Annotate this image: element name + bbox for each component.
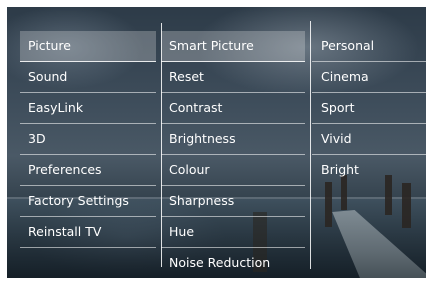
column-divider xyxy=(310,21,311,269)
menu-item-reinstall-tv[interactable]: Reinstall TV xyxy=(20,217,156,248)
menu-item-contrast[interactable]: Contrast xyxy=(161,93,305,124)
tv-screen: Picture Sound EasyLink 3D Preferences Fa… xyxy=(7,7,426,278)
menu-item-sharpness[interactable]: Sharpness xyxy=(161,186,305,217)
menu-item-picture[interactable]: Picture xyxy=(20,31,156,62)
menu-item-3d[interactable]: 3D xyxy=(20,124,156,155)
smart-picture-menu: Personal Cinema Sport Vivid Bright xyxy=(312,7,426,278)
menu-item-preferences[interactable]: Preferences xyxy=(20,155,156,186)
option-sport[interactable]: Sport xyxy=(312,93,426,124)
menu-item-noise-reduction[interactable]: Noise Reduction xyxy=(161,248,305,278)
menu-item-brightness[interactable]: Brightness xyxy=(161,124,305,155)
menu-item-colour[interactable]: Colour xyxy=(161,155,305,186)
menu-item-factory-settings[interactable]: Factory Settings xyxy=(20,186,156,217)
picture-menu: Smart Picture Reset Contrast Brightness … xyxy=(161,7,305,278)
menu-item-easylink[interactable]: EasyLink xyxy=(20,93,156,124)
menu-item-sound[interactable]: Sound xyxy=(20,62,156,93)
option-personal[interactable]: Personal xyxy=(312,31,426,62)
option-vivid[interactable]: Vivid xyxy=(312,124,426,155)
menu-item-reset[interactable]: Reset xyxy=(161,62,305,93)
tv-frame: Picture Sound EasyLink 3D Preferences Fa… xyxy=(0,0,433,285)
main-menu: Picture Sound EasyLink 3D Preferences Fa… xyxy=(20,7,156,278)
option-cinema[interactable]: Cinema xyxy=(312,62,426,93)
menu-item-smart-picture[interactable]: Smart Picture xyxy=(161,31,305,62)
option-bright[interactable]: Bright xyxy=(312,155,426,186)
menu-item-hue[interactable]: Hue xyxy=(161,217,305,248)
